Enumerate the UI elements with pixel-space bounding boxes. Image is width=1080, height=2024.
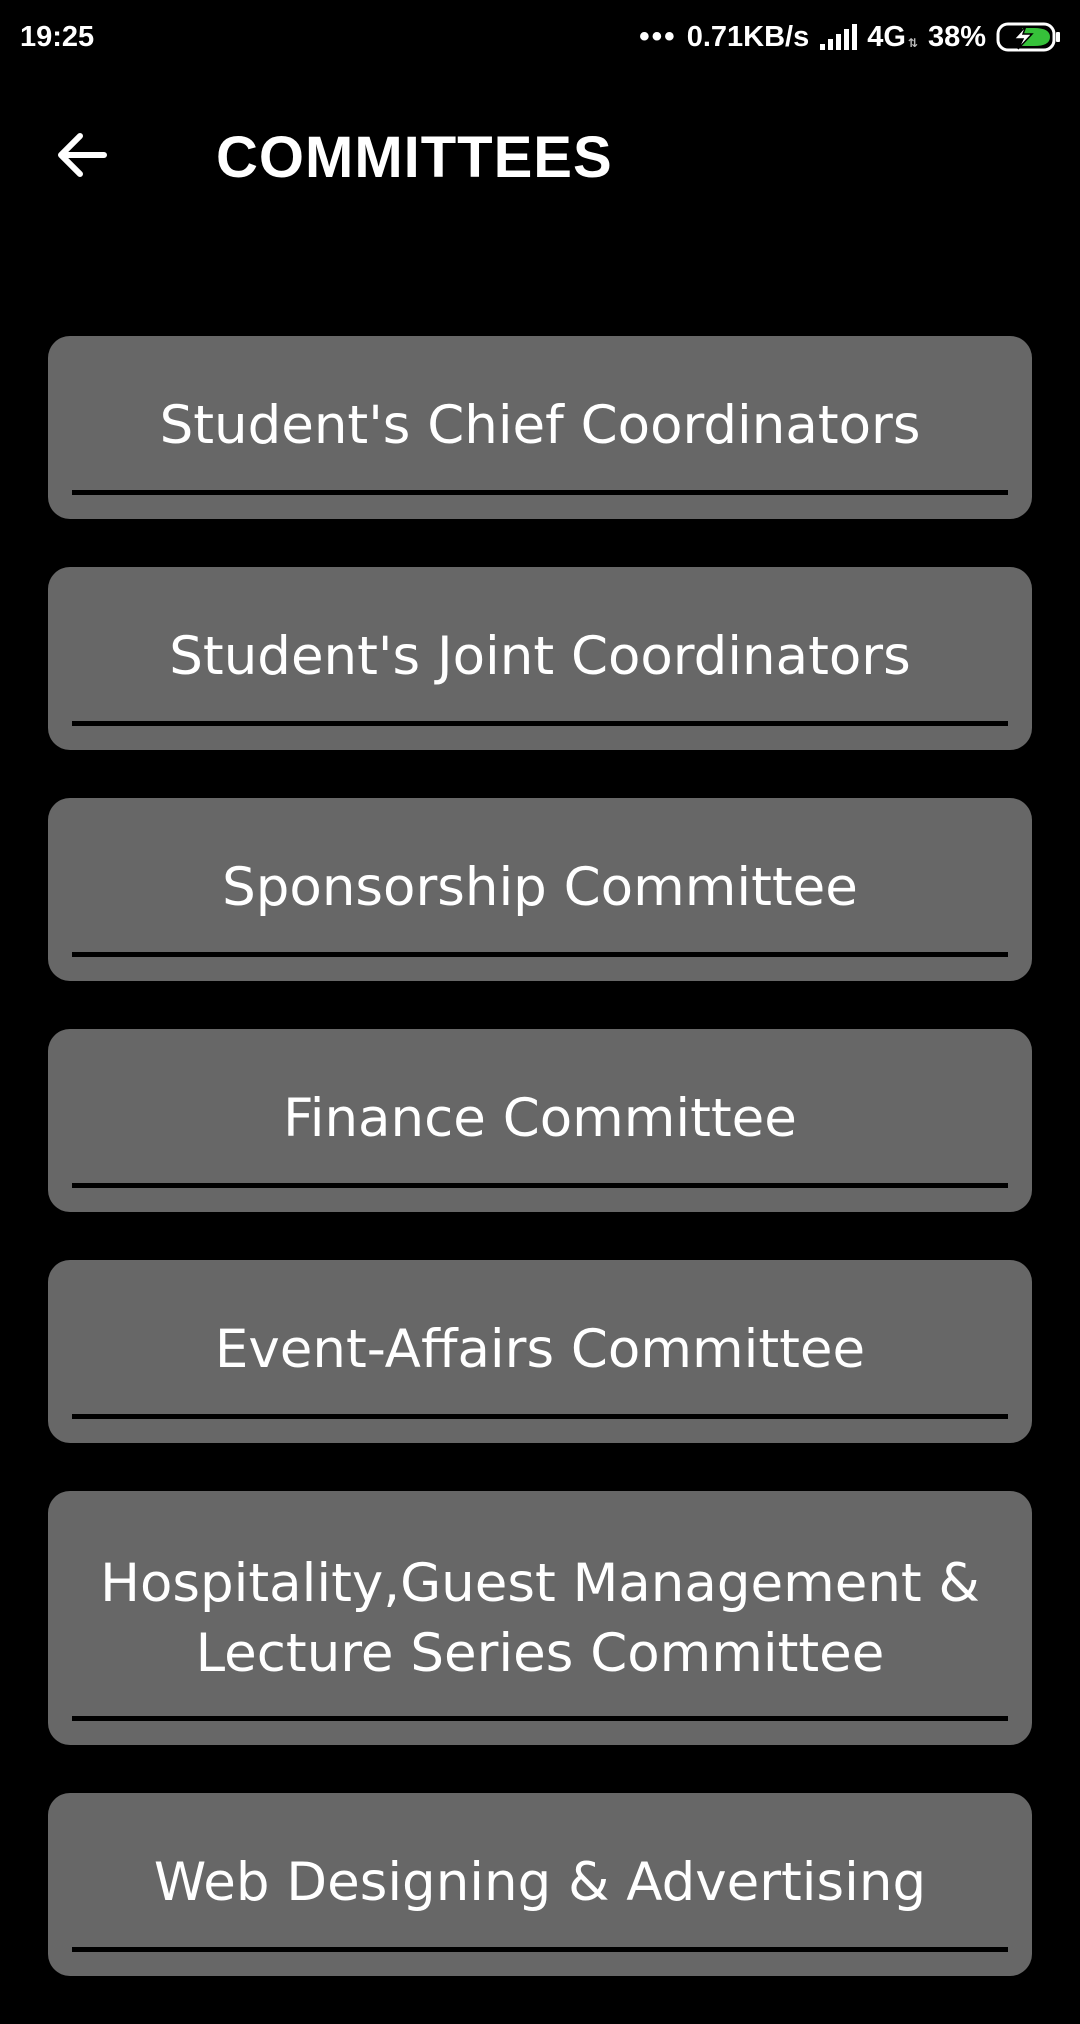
committee-card-joint-coordinators[interactable]: Student's Joint Coordinators [48,567,1032,750]
committee-label: Event-Affairs Committee [214,1319,866,1380]
card-underline [72,721,1008,726]
notification-dots-icon: ••• [639,20,677,53]
committee-label: Sponsorship Committee [222,857,858,918]
card-underline [72,1947,1008,1952]
battery-percent: 38% [927,20,986,53]
card-underline [72,952,1008,957]
committee-label: Student's Joint Coordinators [169,626,911,687]
back-button[interactable] [46,122,116,192]
status-time: 19:25 [20,20,95,53]
card-underline [72,490,1008,495]
committee-label: Finance Committee [283,1088,797,1149]
network-speed: 0.71KB/s [686,20,810,53]
data-arrows-icon: ⇅ [907,35,918,50]
status-bar: 19:25 ••• 0.71KB/s 4G ⇅ 38% [0,0,1080,74]
committee-card-hospitality[interactable]: Hospitality,Guest Management & Lecture S… [48,1491,1032,1745]
card-underline [72,1716,1008,1721]
committee-label: Web Designing & Advertising [153,1852,927,1913]
battery-charging-icon [996,22,1062,52]
signal-strength-icon [819,24,858,50]
committee-list: Student's Chief Coordinators Student's J… [48,336,1032,2024]
committee-label: Hospitality,Guest Management & Lecture S… [100,1553,980,1684]
committee-card-web-designing[interactable]: Web Designing & Advertising [48,1793,1032,1976]
arrow-left-icon [54,131,108,184]
card-underline [72,1183,1008,1188]
network-type-label: 4G [867,20,906,53]
committee-card-finance[interactable]: Finance Committee [48,1029,1032,1212]
status-indicators: ••• 0.71KB/s 4G ⇅ 38% [639,21,1062,54]
committee-card-chief-coordinators[interactable]: Student's Chief Coordinators [48,336,1032,519]
committee-card-event-affairs[interactable]: Event-Affairs Committee [48,1260,1032,1443]
committee-card-sponsorship[interactable]: Sponsorship Committee [48,798,1032,981]
app-bar: COMMITTEES [0,90,1080,225]
card-underline [72,1414,1008,1419]
page-title: COMMITTEES [216,125,613,190]
committee-label: Student's Chief Coordinators [159,395,921,456]
network-type: 4G ⇅ [867,21,918,54]
